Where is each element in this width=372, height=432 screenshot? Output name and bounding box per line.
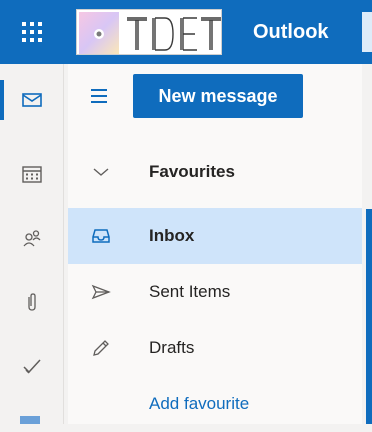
search-box-edge[interactable] (362, 12, 372, 52)
app-title[interactable]: Outlook (253, 18, 329, 46)
company-logo (76, 9, 222, 55)
new-message-button[interactable]: New message (133, 74, 303, 118)
favourites-label: Favourites (149, 162, 235, 181)
rail-item-people[interactable] (0, 210, 64, 266)
calendar-icon (22, 166, 42, 183)
top-bar: Outlook (0, 0, 372, 64)
app-launcher-icon[interactable] (20, 20, 44, 44)
rail-item-calendar[interactable] (0, 146, 64, 202)
add-favourite-label: Add favourite (149, 394, 250, 413)
folder-label: Inbox (149, 226, 195, 245)
pencil-icon (90, 337, 112, 359)
chevron-down-icon (90, 161, 112, 183)
rail-item-mail[interactable] (0, 72, 64, 128)
mail-icon (22, 93, 42, 107)
people-icon (23, 230, 41, 247)
paperclip-icon (28, 293, 36, 311)
hamburger-menu-icon[interactable] (91, 86, 111, 106)
folder-label: Drafts (149, 338, 195, 357)
rail-item-more-partial[interactable] (20, 416, 40, 424)
folder-label: Sent Items (149, 282, 231, 301)
message-list-edge (362, 64, 372, 424)
checkmark-icon (23, 359, 41, 374)
folder-item-inbox[interactable]: Inbox (68, 208, 362, 264)
folder-item-sent[interactable]: Sent Items (68, 264, 362, 320)
rail-item-files[interactable] (0, 274, 64, 330)
send-icon (90, 281, 112, 303)
inbox-icon (90, 225, 112, 247)
rail-item-todo[interactable] (0, 338, 64, 394)
folder-item-drafts[interactable]: Drafts (68, 320, 362, 376)
app-rail (0, 64, 64, 424)
favourites-header[interactable]: Favourites (68, 144, 362, 200)
